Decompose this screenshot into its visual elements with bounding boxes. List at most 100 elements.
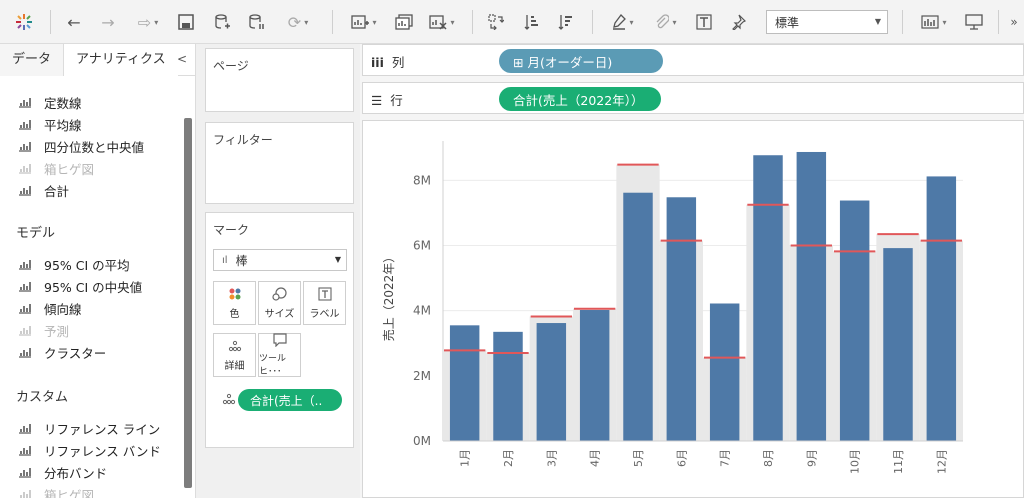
tab-data[interactable]: データ bbox=[0, 44, 65, 76]
analytics-pane: データ アナリティクス < 定数線 平均線 四分位数と中央値 箱ヒゲ図 合計 95% CI… bbox=[0, 44, 196, 498]
rows-icon: ☰ bbox=[371, 93, 383, 108]
x-tick-label: 3月 bbox=[545, 449, 558, 467]
analytics-item[interactable]: 平均線 bbox=[18, 114, 82, 134]
trend-line-icon bbox=[18, 302, 32, 314]
bar-chart: 0M 2M 4M 6M 8M 売上（2022年） 1月 2月 3月 4月 5月 6月 7月 8月 9月 10月… bbox=[381, 141, 963, 474]
bar bbox=[796, 151, 827, 441]
bar bbox=[623, 192, 653, 441]
rows-shelf-label: 行 bbox=[390, 93, 403, 108]
columns-field-pill[interactable]: ⊞ 月(オーダー日) bbox=[499, 49, 663, 73]
x-tick-label: 5月 bbox=[632, 449, 645, 467]
chevron-down-icon: ▼ bbox=[334, 255, 341, 264]
bar bbox=[883, 248, 913, 441]
analytics-item[interactable]: リファレンス ライン bbox=[18, 418, 160, 438]
analytics-item-label: クラスター bbox=[44, 345, 107, 361]
x-tick-label: 2月 bbox=[502, 449, 515, 467]
tab-analytics[interactable]: アナリティクス bbox=[64, 44, 178, 76]
analytics-item[interactable]: クラスター bbox=[18, 342, 106, 362]
analytics-item[interactable]: 95% CI の平均 bbox=[18, 254, 130, 274]
marks-card: マーク ıl 棒 ▼ 色 サイズ ラベル 詳細 ツールヒ･･･ 合計(売上（.. bbox=[205, 212, 354, 448]
section-title-custom: カスタム bbox=[16, 390, 69, 405]
tooltip-button[interactable]: ツールヒ･･･ bbox=[258, 333, 301, 377]
show-me-icon[interactable]: ▾ bbox=[914, 10, 954, 34]
pause-datasource-icon[interactable] bbox=[244, 10, 268, 34]
sort-ascending-icon[interactable] bbox=[520, 10, 544, 34]
analytics-item[interactable]: 定数線 bbox=[18, 92, 82, 112]
presentation-mode-icon[interactable] bbox=[962, 10, 986, 34]
y-tick-label: 0M bbox=[413, 434, 431, 448]
detail-label: 詳細 bbox=[224, 360, 245, 372]
collapse-pane-icon[interactable]: < bbox=[177, 52, 187, 66]
show-mark-labels-icon[interactable] bbox=[692, 10, 716, 34]
rows-shelf: ☰ 行 合計(売上（2022年）） bbox=[362, 82, 1024, 114]
save-icon[interactable] bbox=[174, 10, 198, 34]
x-tick-label: 12月 bbox=[935, 449, 948, 474]
analytics-item-label: 平均線 bbox=[44, 117, 82, 133]
label-button[interactable]: ラベル bbox=[303, 281, 346, 325]
group-members-icon[interactable]: ▾ bbox=[650, 10, 682, 34]
x-tick-label: 4月 bbox=[589, 449, 602, 467]
x-tick-label: 6月 bbox=[675, 449, 688, 467]
analytics-item: 箱ヒゲ図 bbox=[18, 484, 94, 498]
redo-icon[interactable]: → bbox=[96, 10, 120, 34]
analytics-item[interactable]: 傾向線 bbox=[18, 298, 82, 318]
pages-card-title: ページ bbox=[213, 59, 249, 73]
analytics-item[interactable]: 分布バンド bbox=[18, 462, 107, 482]
x-tick-label: 9月 bbox=[805, 449, 818, 467]
swap-rows-columns-icon[interactable] bbox=[484, 10, 508, 34]
toolbar-overflow-icon[interactable]: » bbox=[1006, 10, 1022, 34]
rows-shelf-label-wrap: ☰ 行 bbox=[371, 90, 403, 109]
duplicate-sheet-icon[interactable] bbox=[392, 10, 416, 34]
detail-icon bbox=[228, 339, 242, 357]
color-button[interactable]: 色 bbox=[213, 281, 256, 325]
section-title-model: モデル bbox=[16, 226, 56, 241]
undo-icon[interactable]: ← bbox=[62, 10, 86, 34]
forecast-icon bbox=[18, 324, 32, 336]
mark-type-dropdown[interactable]: ıl 棒 ▼ bbox=[213, 249, 347, 271]
filters-card-title: フィルター bbox=[213, 133, 273, 147]
pin-axes-icon[interactable] bbox=[726, 10, 750, 34]
analytics-item-label: 95% CI の平均 bbox=[44, 257, 130, 273]
clear-sheet-icon[interactable]: ▾ bbox=[422, 10, 462, 34]
y-axis-title: 売上（2022年） bbox=[381, 251, 396, 342]
constant-line-icon bbox=[18, 96, 32, 108]
distribution-band-icon bbox=[18, 466, 32, 478]
refresh-icon[interactable]: ⟳ ▾ bbox=[276, 10, 320, 34]
y-tick-label: 8M bbox=[413, 173, 431, 187]
new-worksheet-icon[interactable]: ▾ bbox=[344, 10, 384, 34]
fit-value: 標準 bbox=[775, 15, 800, 30]
sort-descending-icon[interactable] bbox=[554, 10, 578, 34]
analytics-item[interactable]: リファレンス バンド bbox=[18, 440, 161, 460]
analytics-item-label: 箱ヒゲ図 bbox=[44, 161, 95, 177]
replay-icon[interactable]: ⇨ ▾ bbox=[128, 10, 168, 34]
quartile-icon bbox=[18, 140, 32, 152]
marks-card-title: マーク bbox=[213, 223, 250, 237]
scrollbar-thumb[interactable] bbox=[184, 118, 192, 488]
tableau-logo-icon[interactable] bbox=[12, 10, 36, 34]
rows-field-pill[interactable]: 合計(売上（2022年）） bbox=[499, 87, 661, 111]
filters-card[interactable]: フィルター bbox=[205, 122, 354, 204]
box-plot-icon bbox=[18, 162, 32, 174]
y-tick-label: 6M bbox=[413, 238, 431, 252]
highlight-icon[interactable]: ▾ bbox=[604, 10, 642, 34]
analytics-item-label: 四分位数と中央値 bbox=[44, 139, 145, 155]
y-tick-label: 2M bbox=[413, 369, 431, 383]
analytics-item[interactable]: 合計 bbox=[18, 180, 69, 200]
pages-card[interactable]: ページ bbox=[205, 48, 354, 112]
analytics-item[interactable]: 95% CI の中央値 bbox=[18, 276, 142, 296]
cards-column: ページ フィルター マーク ıl 棒 ▼ 色 サイズ ラベル 詳細 ツールヒ･･… bbox=[196, 44, 360, 498]
label-icon bbox=[317, 286, 332, 305]
marks-field-pill[interactable]: 合計(売上（.. bbox=[238, 389, 342, 411]
fit-dropdown[interactable]: 標準 ▼ bbox=[766, 10, 888, 34]
bar bbox=[579, 310, 610, 441]
x-tick-label: 1月 bbox=[459, 449, 472, 467]
cluster-icon bbox=[18, 346, 32, 358]
ci-icon bbox=[18, 280, 32, 292]
new-datasource-icon[interactable] bbox=[210, 10, 234, 34]
bar bbox=[753, 155, 783, 441]
bar bbox=[666, 197, 697, 441]
analytics-item[interactable]: 四分位数と中央値 bbox=[18, 136, 144, 156]
size-button[interactable]: サイズ bbox=[258, 281, 301, 325]
detail-button[interactable]: 詳細 bbox=[213, 333, 256, 377]
columns-icon: iii bbox=[371, 55, 384, 70]
